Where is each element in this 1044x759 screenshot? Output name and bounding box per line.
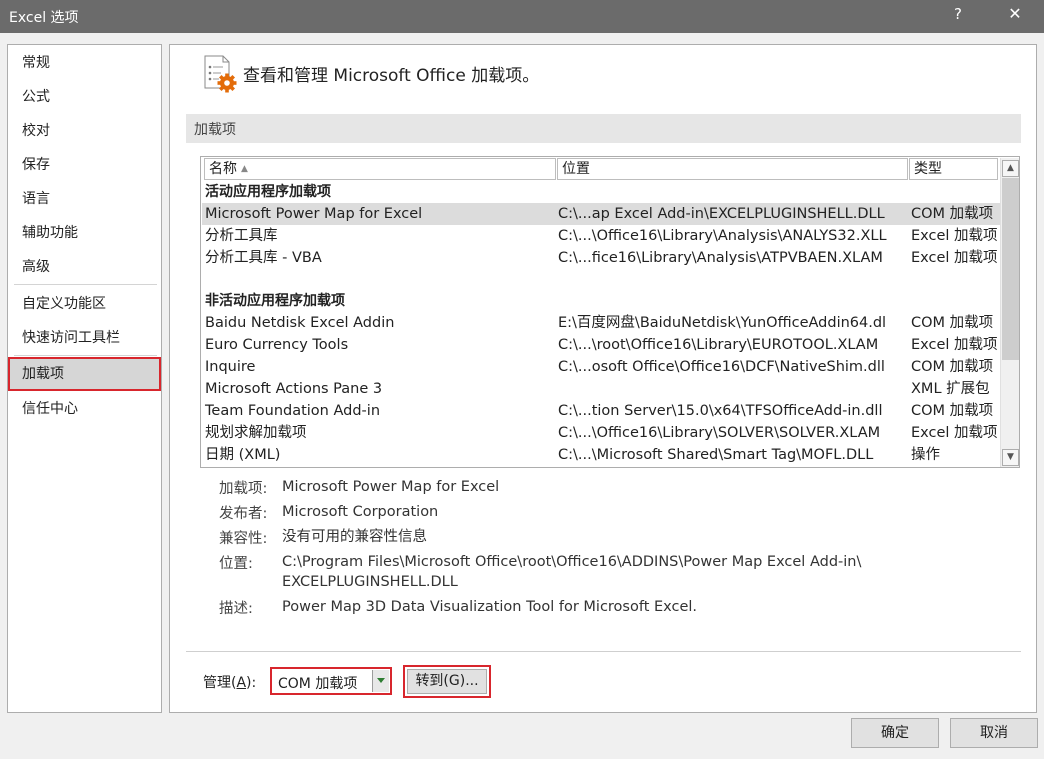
detail-label-addin: 加载项: [219, 481, 268, 497]
nav-item-customize-ribbon[interactable]: 自定义功能区 [8, 287, 161, 321]
detail-label-publisher: 发布者: [219, 506, 268, 522]
nav-item-trust-center[interactable]: 信任中心 [8, 392, 161, 426]
table-scrollbar[interactable]: ▲ ▼ [1000, 158, 1019, 467]
options-nav: 常规 公式 校对 保存 语言 辅助功能 高级 自定义功能区 快速访问工具栏 加载… [7, 44, 162, 713]
table-row[interactable]: 日期 (XML) C:\...\Microsoft Shared\Smart T… [202, 444, 1000, 466]
table-row[interactable]: Inquire C:\...osoft Office\Office16\DCF\… [202, 356, 1000, 378]
detail-value-location: C:\Program Files\Microsoft Office\root\O… [282, 554, 862, 570]
nav-item-general[interactable]: 常规 [8, 46, 161, 80]
detail-label-description: 描述: [219, 601, 253, 617]
ok-button[interactable]: 确定 [851, 718, 939, 748]
detail-value-location-cont: EXCELPLUGINSHELL.DLL [282, 574, 458, 590]
go-button-label: 转到(G)... [407, 669, 487, 694]
nav-item-formulas[interactable]: 公式 [8, 80, 161, 114]
scroll-up-icon[interactable]: ▲ [1002, 160, 1019, 177]
detail-value-compat: 没有可用的兼容性信息 [282, 529, 427, 545]
group-header-active: 活动应用程序加载项 [205, 184, 331, 200]
section-header: 加载项 [186, 114, 1021, 143]
table-row[interactable]: 规划求解加载项 C:\...\Office16\Library\SOLVER\S… [202, 422, 1000, 444]
nav-divider [14, 284, 157, 285]
table-row[interactable]: Microsoft Actions Pane 3 XML 扩展包 [202, 378, 1000, 400]
table-row[interactable]: Team Foundation Add-in C:\...tion Server… [202, 400, 1000, 422]
detail-value-publisher: Microsoft Corporation [282, 504, 439, 520]
table-row[interactable]: Baidu Netdisk Excel Addin E:\百度网盘\BaiduN… [202, 312, 1000, 334]
nav-item-accessibility[interactable]: 辅助功能 [8, 216, 161, 250]
section-title: 加载项 [194, 122, 236, 138]
nav-divider [14, 355, 157, 356]
addins-table[interactable]: 名称 ▲ 位置 类型 活动应用程序加载项 Microsoft Power Map … [200, 156, 1020, 468]
table-row[interactable]: Euro Currency Tools C:\...\root\Office16… [202, 334, 1000, 356]
section-divider [186, 651, 1021, 652]
cancel-button[interactable]: 取消 [950, 718, 1038, 748]
page-title: 查看和管理 Microsoft Office 加载项。 [243, 66, 540, 86]
detail-value-description: Power Map 3D Data Visualization Tool for… [282, 599, 698, 615]
manage-label: 管理(A): [203, 675, 257, 691]
table-row[interactable]: 分析工具库 - VBA C:\...fice16\Library\Analysi… [202, 247, 1000, 269]
close-button[interactable]: ✕ [1000, 4, 1030, 28]
addins-gear-icon [204, 55, 237, 93]
nav-item-advanced[interactable]: 高级 [8, 250, 161, 284]
go-button[interactable]: 转到(G)... [403, 665, 491, 698]
nav-item-addins[interactable]: 加载项 [8, 357, 161, 391]
scroll-thumb[interactable] [1002, 178, 1019, 360]
manage-select[interactable]: COM 加载项 [270, 667, 392, 695]
column-header-location[interactable]: 位置 [557, 158, 908, 180]
title-bar: Excel 选项 ? ✕ [0, 0, 1044, 33]
column-header-name[interactable]: 名称 ▲ [204, 158, 556, 180]
detail-value-addin: Microsoft Power Map for Excel [282, 479, 500, 495]
nav-item-quick-access-toolbar[interactable]: 快速访问工具栏 [8, 321, 161, 355]
nav-item-save[interactable]: 保存 [8, 148, 161, 182]
detail-label-location: 位置: [219, 556, 253, 572]
scroll-down-icon[interactable]: ▼ [1002, 449, 1019, 466]
manage-select-value: COM 加载项 [278, 676, 358, 692]
table-row[interactable]: 分析工具库 C:\...\Office16\Library\Analysis\A… [202, 225, 1000, 247]
group-header-inactive: 非活动应用程序加载项 [205, 293, 345, 309]
window-title: Excel 选项 [9, 10, 79, 26]
help-button[interactable]: ? [944, 5, 972, 27]
sort-ascending-icon: ▲ [241, 164, 248, 174]
table-row[interactable]: Microsoft Power Map for Excel C:\...ap E… [202, 203, 1000, 225]
chevron-down-icon[interactable] [372, 670, 389, 692]
column-header-type[interactable]: 类型 [909, 158, 998, 180]
detail-label-compat: 兼容性: [219, 531, 268, 547]
nav-item-proofing[interactable]: 校对 [8, 114, 161, 148]
nav-item-language[interactable]: 语言 [8, 182, 161, 216]
